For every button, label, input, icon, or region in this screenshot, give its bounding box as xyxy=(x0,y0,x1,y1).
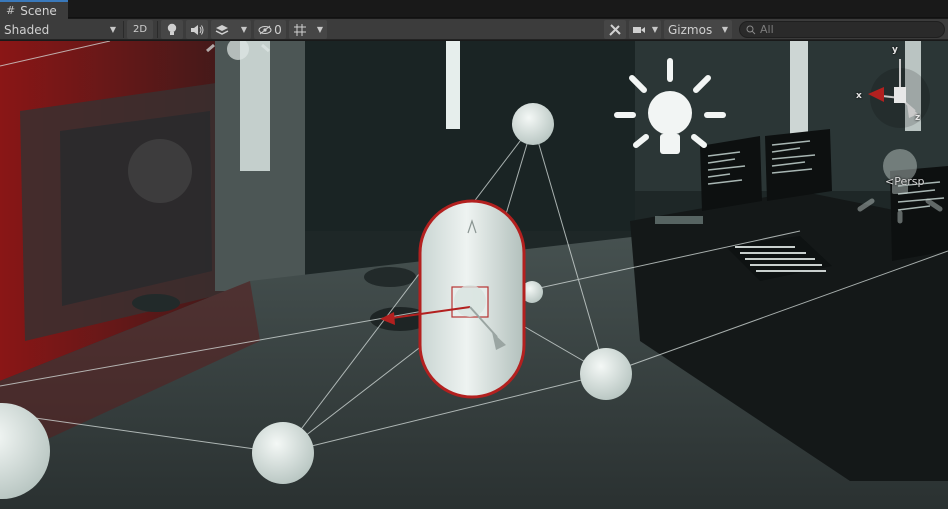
perspective-icon: < xyxy=(885,175,895,188)
tools-icon xyxy=(609,23,621,36)
chevron-down-icon: ▼ xyxy=(109,25,116,34)
gizmo-axis-y-label: y xyxy=(892,45,898,55)
gizmos-label: Gizmos xyxy=(668,22,713,37)
console-screen-glow xyxy=(655,216,703,224)
projection-label: Persp xyxy=(894,175,925,188)
hidden-eye-icon xyxy=(258,25,272,34)
layers-icon xyxy=(215,24,229,35)
search-input[interactable]: All xyxy=(739,21,945,38)
chevron-down-icon: ▼ xyxy=(240,25,247,34)
gizmo-axis-z-label: z xyxy=(915,113,921,123)
lighting-toggle-button[interactable] xyxy=(161,20,183,39)
toggle-2d-button[interactable]: 2D xyxy=(127,20,153,39)
tab-scene-label: Scene xyxy=(20,3,57,18)
search-placeholder: All xyxy=(760,23,774,36)
light-probe-sphere[interactable] xyxy=(512,103,554,145)
lightbulb-icon xyxy=(167,23,177,35)
tab-scene[interactable]: # Scene xyxy=(0,0,68,19)
camera-icon xyxy=(633,26,645,33)
scene-window: # Scene Shaded ▼ 2D ▼ 0 ▼ ▼ Gizmos ▼ All… xyxy=(0,0,948,509)
toolbar-divider xyxy=(123,21,124,38)
scene-toolbar: Shaded ▼ 2D ▼ 0 ▼ ▼ Gizmos ▼ All xyxy=(0,19,948,40)
floor-decal xyxy=(132,294,180,312)
camera-dropdown[interactable]: ▼ xyxy=(629,20,661,39)
tools-button[interactable] xyxy=(604,20,626,39)
draw-mode-dropdown[interactable]: Shaded ▼ xyxy=(2,20,120,39)
search-icon xyxy=(746,25,756,34)
chevron-down-icon: ▼ xyxy=(651,25,658,34)
chevron-down-icon: ▼ xyxy=(721,25,728,34)
scene-render xyxy=(0,41,948,509)
effects-dropdown[interactable]: ▼ xyxy=(211,20,251,39)
left-pillar-light xyxy=(240,41,270,171)
draw-mode-label: Shaded xyxy=(4,22,50,37)
grid-snap-icon xyxy=(294,23,306,36)
hidden-objects-toggle[interactable]: 0 xyxy=(254,20,286,39)
door-emblem xyxy=(128,139,192,203)
hidden-count: 0 xyxy=(274,22,282,37)
grid-dropdown[interactable]: ▼ xyxy=(289,20,327,39)
toggle-2d-label: 2D xyxy=(132,24,148,35)
projection-toggle[interactable]: <Persp xyxy=(885,175,924,188)
toolbar-divider xyxy=(157,21,158,38)
light-probe-sphere[interactable] xyxy=(580,348,632,400)
light-probe-sphere[interactable] xyxy=(252,422,314,484)
chevron-down-icon: ▼ xyxy=(316,25,323,34)
gizmo-axis-x-label: x xyxy=(856,91,862,101)
floor-decal xyxy=(364,267,416,287)
tab-strip: # Scene xyxy=(0,0,948,19)
scene-viewport[interactable]: y x z <Persp xyxy=(0,41,948,509)
center-light-strip xyxy=(446,41,460,129)
gizmos-dropdown[interactable]: Gizmos ▼ xyxy=(664,20,732,39)
speaker-icon xyxy=(191,24,204,35)
monitor xyxy=(700,136,762,211)
audio-toggle-button[interactable] xyxy=(186,20,208,39)
scene-grid-icon: # xyxy=(6,3,16,17)
